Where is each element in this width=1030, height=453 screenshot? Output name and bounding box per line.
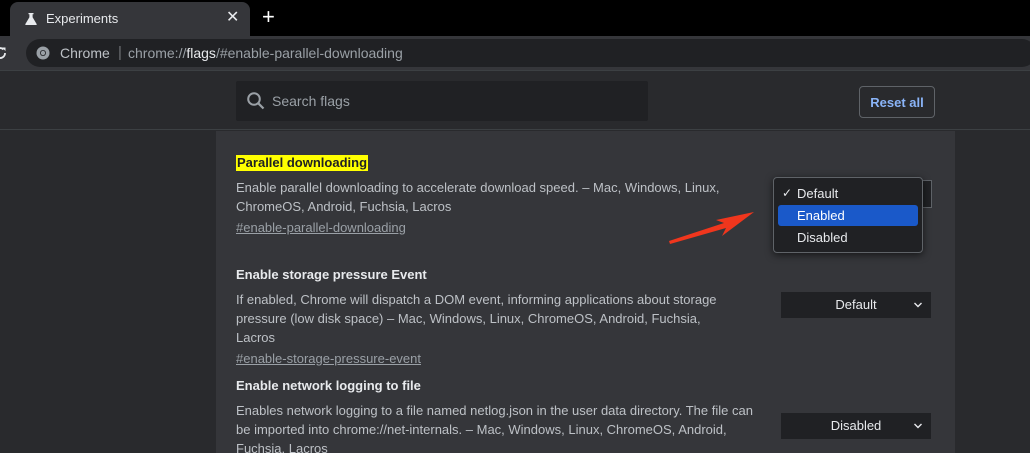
chevron-down-icon bbox=[914, 423, 922, 429]
experiment-title: Enable storage pressure Event bbox=[236, 267, 427, 282]
experiment-description: If enabled, Chrome will dispatch a DOM e… bbox=[236, 292, 717, 345]
experiment-permalink[interactable]: #enable-storage-pressure-event bbox=[236, 349, 421, 368]
toolbar: Chrome | chrome://flags/#enable-parallel… bbox=[0, 36, 1030, 70]
url-prefix: chrome:// bbox=[128, 45, 187, 61]
experiment-select[interactable]: Default bbox=[781, 292, 931, 318]
omnibox-separator: | bbox=[118, 44, 122, 61]
option-label: Default bbox=[797, 186, 839, 201]
tab-close-icon[interactable]: ✕ bbox=[226, 9, 239, 27]
option-enabled[interactable]: Enabled bbox=[778, 205, 918, 226]
tab-strip: Experiments ✕ + bbox=[0, 0, 1030, 36]
search-box[interactable] bbox=[236, 81, 648, 121]
tab-experiments[interactable]: Experiments ✕ bbox=[10, 2, 250, 36]
search-input[interactable] bbox=[272, 81, 642, 121]
red-arrow-icon bbox=[669, 212, 754, 244]
select-value: Disabled bbox=[830, 418, 882, 433]
url-rest: /#enable-parallel-downloading bbox=[215, 45, 403, 61]
flags-header: Reset all bbox=[0, 70, 1030, 130]
select-dropdown-popup: ✓ Default Enabled Disabled bbox=[773, 177, 923, 253]
experiment-title: Enable network logging to file bbox=[236, 378, 421, 393]
search-icon bbox=[247, 92, 265, 110]
option-label: Disabled bbox=[797, 230, 848, 245]
experiment-description: Enable parallel downloading to accelerat… bbox=[236, 180, 720, 214]
checkmark-icon: ✓ bbox=[782, 186, 793, 200]
flask-icon bbox=[25, 13, 37, 25]
new-tab-button[interactable]: + bbox=[262, 5, 275, 29]
omnibox-url[interactable]: chrome://flags/#enable-parallel-download… bbox=[128, 45, 403, 61]
chrome-logo-icon bbox=[36, 46, 50, 60]
select-value: Default bbox=[835, 297, 877, 312]
reset-all-button[interactable]: Reset all bbox=[859, 86, 935, 118]
option-label: Enabled bbox=[797, 208, 845, 223]
experiment-description: Enables network logging to a file named … bbox=[236, 403, 753, 453]
tab-title: Experiments bbox=[46, 11, 119, 26]
omnibox[interactable]: Chrome | chrome://flags/#enable-parallel… bbox=[26, 39, 1030, 67]
experiment-permalink[interactable]: #enable-parallel-downloading bbox=[236, 218, 406, 237]
omnibox-chip: Chrome bbox=[60, 45, 110, 61]
reload-icon[interactable] bbox=[0, 45, 8, 61]
option-default[interactable]: ✓ Default bbox=[778, 183, 918, 204]
url-host: flags bbox=[186, 45, 216, 61]
experiment-title: Parallel downloading bbox=[236, 155, 369, 171]
experiment-select[interactable]: Disabled bbox=[781, 413, 931, 439]
option-disabled[interactable]: Disabled bbox=[778, 227, 918, 248]
chevron-down-icon bbox=[914, 302, 922, 308]
